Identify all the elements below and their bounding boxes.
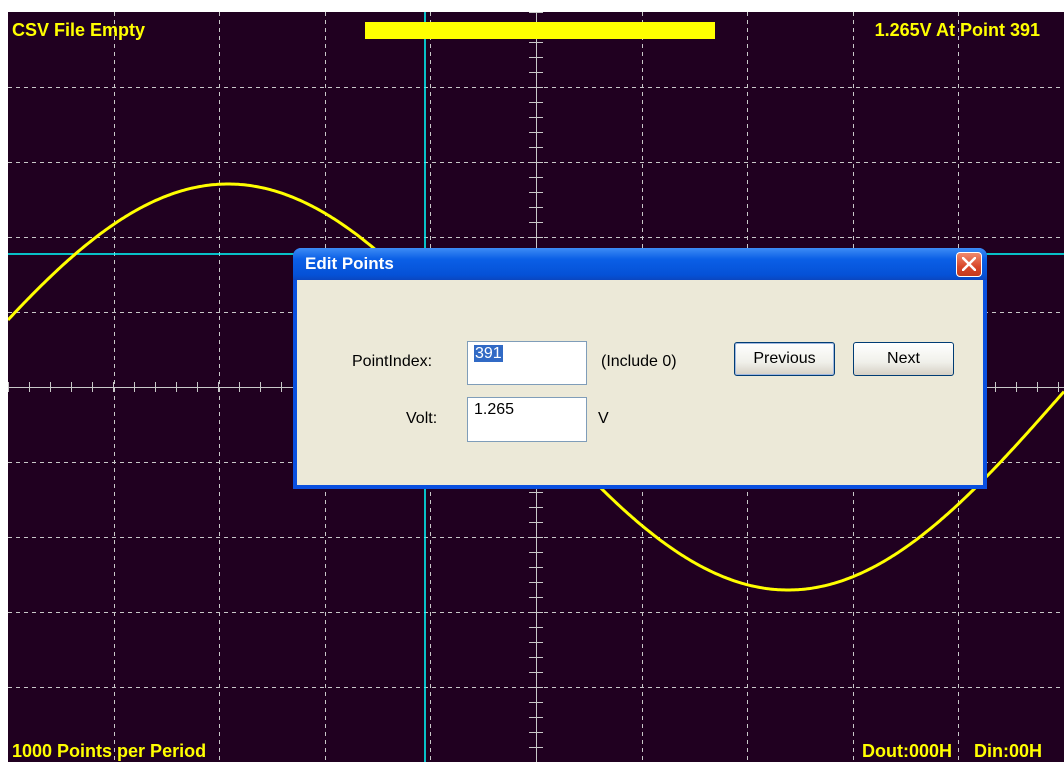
voltage-readout: 1.265V At Point 391 — [874, 20, 1040, 40]
level-indicator-bar — [365, 22, 715, 39]
close-icon — [962, 257, 976, 271]
volt-unit: V — [598, 410, 609, 427]
edit-points-dialog: Edit Points PointIndex: 391 (Include 0) … — [293, 248, 987, 489]
include-zero-note: (Include 0) — [601, 353, 677, 370]
points-per-period-text: 1000 Points per Period — [12, 741, 207, 761]
pointindex-value: 391 — [474, 345, 503, 362]
dialog-titlebar[interactable]: Edit Points — [293, 248, 987, 280]
volt-input[interactable]: 1.265 — [467, 397, 587, 442]
next-button[interactable]: Next — [853, 342, 954, 376]
din-status: Din:00H — [973, 741, 1042, 761]
pointindex-label: PointIndex: — [352, 353, 433, 370]
dout-status: Dout:000H — [861, 741, 952, 761]
dialog-body: PointIndex: 391 (Include 0) Previous Nex… — [297, 280, 983, 485]
previous-button[interactable]: Previous — [734, 342, 835, 376]
close-button[interactable] — [956, 252, 982, 277]
volt-label: Volt: — [406, 410, 438, 427]
file-status-text: CSV File Empty — [12, 20, 146, 40]
dialog-title: Edit Points — [305, 254, 394, 273]
pointindex-input[interactable]: 391 — [467, 341, 587, 385]
